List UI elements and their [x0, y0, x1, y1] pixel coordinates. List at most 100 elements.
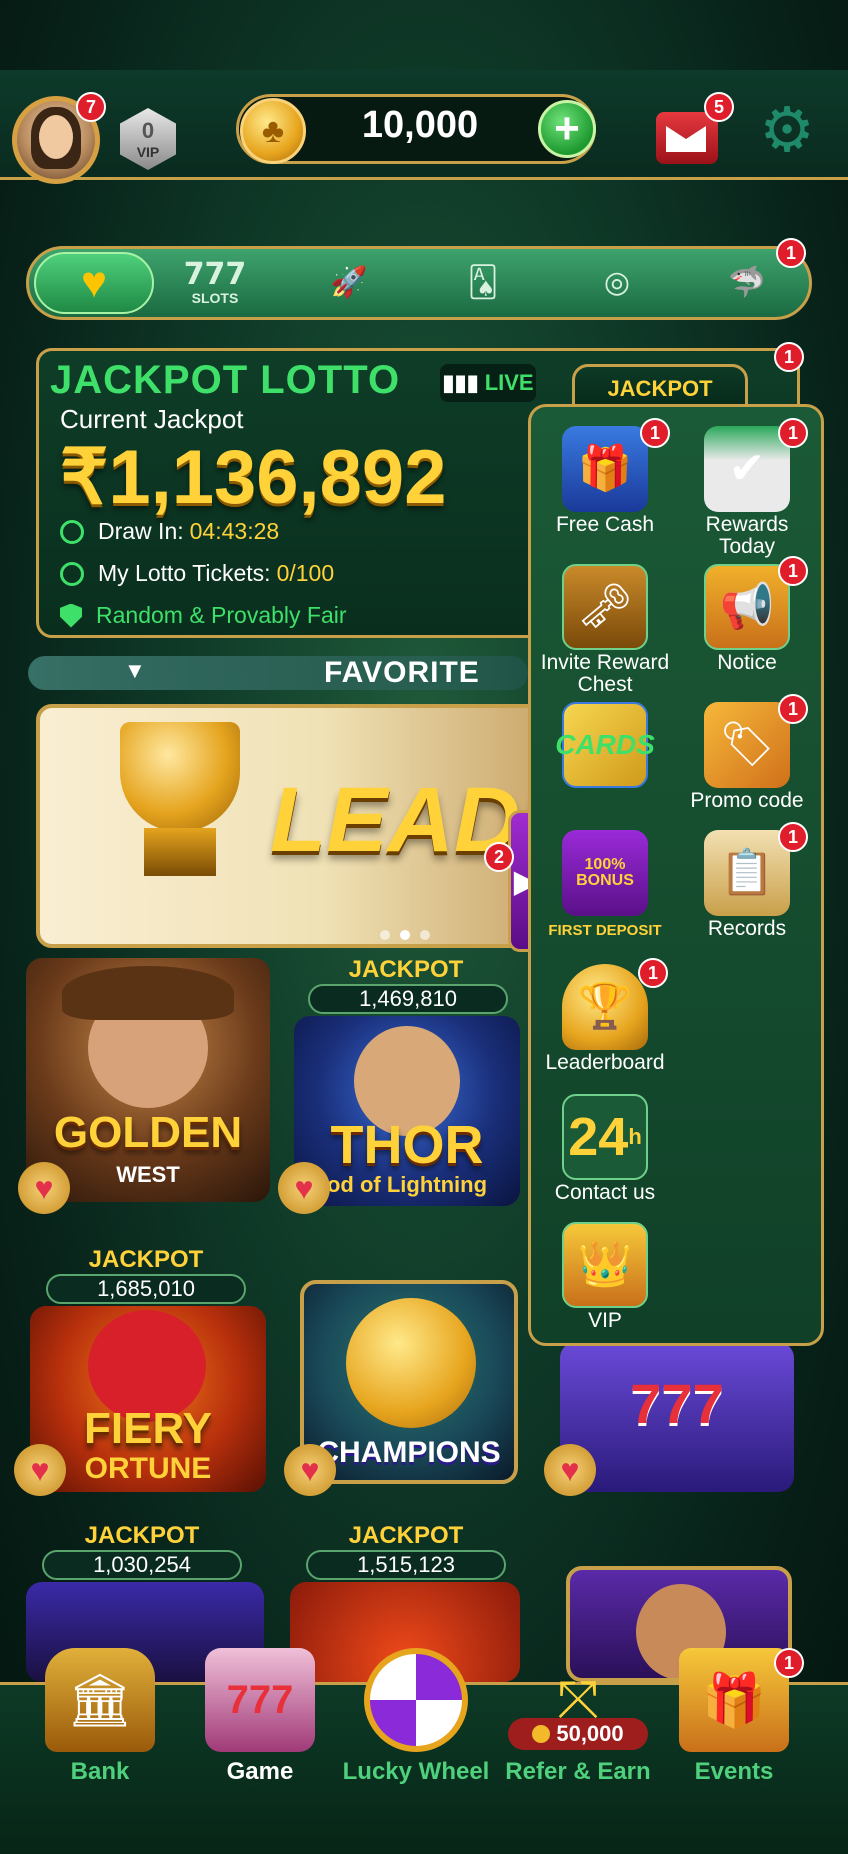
tab-slots-label: SLOTS	[191, 290, 239, 306]
tab-crash[interactable]: 🚀	[304, 254, 394, 312]
favorite-heart-icon[interactable]: ♥	[544, 1444, 596, 1496]
vip-level-number: 0	[141, 118, 155, 143]
crown-icon: 👑	[562, 1222, 648, 1308]
lotto-title: JACKPOT LOTTO	[50, 358, 401, 402]
favorite-heart-icon[interactable]: ♥	[14, 1444, 66, 1496]
trophy-icon: 🏆	[562, 964, 648, 1050]
golden-ball-icon	[346, 1298, 476, 1428]
leader-banner[interactable]: LEADER	[36, 704, 556, 948]
tab-fish[interactable]: 🦈	[702, 254, 792, 312]
lotto-tickets-row: My Lotto Tickets: 0/100	[60, 560, 460, 587]
avatar-face	[39, 115, 73, 159]
jackpot-value: 1,515,123	[306, 1550, 506, 1580]
menu-badge: 1	[778, 694, 808, 724]
avatar-notification-badge: 7	[76, 92, 106, 122]
game-title: THOR	[330, 1115, 484, 1175]
shield-check-icon	[60, 603, 82, 628]
menu-label: Records	[707, 917, 787, 940]
menu-label: Rewards Today	[705, 513, 789, 559]
support-24h-icon: 24 h	[562, 1094, 648, 1180]
banner-dot-active[interactable]	[400, 930, 410, 940]
contact-hours: 24	[568, 1106, 629, 1167]
add-coins-button[interactable]: +	[538, 100, 596, 158]
deposit-bonus: BONUS	[576, 872, 634, 889]
rocket-icon: 🚀	[330, 265, 368, 300]
lotto-card-badge: 1	[774, 342, 804, 372]
deposit-percent: 100%	[584, 856, 626, 873]
tab-slots[interactable]: 777 SLOTS	[170, 254, 260, 312]
coin-icon: ♣	[240, 98, 306, 164]
treasure-chest-icon: 🗝	[562, 564, 648, 650]
live-tag: ▮▮▮ LIVE	[440, 364, 536, 402]
bank-icon: 🏛	[45, 1648, 155, 1752]
game-tile-champions[interactable]: CHAMPIONS	[300, 1280, 518, 1484]
favorite-label: FAVORITE	[324, 656, 480, 689]
jackpot-label: JACKPOT	[88, 1246, 204, 1273]
banner-dot[interactable]	[420, 930, 430, 940]
jackpot-value: 1,030,254	[42, 1550, 242, 1580]
calendar-check-icon: ✔	[704, 426, 790, 512]
tickets-label: My Lotto Tickets:	[98, 560, 271, 586]
tickets-value: 0/100	[276, 560, 335, 586]
events-badge: 1	[774, 1648, 804, 1678]
tab-favorites[interactable]: ♥	[34, 252, 154, 314]
gift-box-icon: 🎁	[679, 1648, 789, 1752]
tab-roulette[interactable]: ◎	[572, 254, 662, 312]
settings-gear-icon[interactable]: ⚙	[756, 100, 818, 162]
favorite-heart-icon[interactable]: ♥	[278, 1162, 330, 1214]
nav-label: Events	[694, 1758, 774, 1785]
menu-contact-us[interactable]: 24 h Contact us	[540, 1094, 670, 1204]
menu-invite-reward-chest[interactable]: 🗝 Invite Reward Chest	[540, 564, 670, 696]
coin-balance: 10,000	[361, 104, 479, 146]
menu-cards[interactable]: CARDS	[540, 702, 670, 790]
coupon-icon: 🏷	[704, 702, 790, 788]
deposit-bonus-icon: 100% BONUS	[562, 830, 648, 916]
jackpot-value: 1,469,810	[308, 984, 508, 1014]
gift-box-icon: 🎁	[562, 426, 648, 512]
mail-notification-badge: 5	[704, 92, 734, 122]
fish-tab-badge: 1	[776, 238, 806, 268]
menu-label: Promo code	[690, 789, 804, 812]
menu-label: Notice	[717, 651, 777, 674]
menu-badge: 1	[640, 418, 670, 448]
favorite-heart-icon[interactable]: ♥	[18, 1162, 70, 1214]
live-label: LIVE	[484, 370, 534, 395]
refer-reward-pill: 50,000	[508, 1718, 648, 1750]
mail-icon[interactable]	[656, 112, 718, 164]
cards-icon: CARDS	[555, 702, 655, 788]
menu-label: Free Cash	[555, 513, 655, 536]
ticket-icon	[60, 561, 84, 586]
lucky-wheel-icon	[364, 1648, 468, 1752]
menu-label: FIRST DEPOSIT	[548, 922, 662, 939]
banner-dot[interactable]	[380, 930, 390, 940]
jackpot-label: JACKPOT	[84, 1522, 200, 1549]
draw-timer-row: Draw In: 04:43:28	[60, 518, 460, 545]
menu-label: VIP	[588, 1309, 622, 1332]
menu-label: Contact us	[554, 1181, 656, 1204]
menu-badge: 1	[778, 822, 808, 852]
live-bars-icon: ▮▮▮	[442, 370, 479, 395]
banner-pagination[interactable]	[380, 930, 430, 940]
collapse-arrow-icon[interactable]: ▼	[124, 658, 146, 684]
trophy-base	[144, 828, 216, 876]
nav-label: Bank	[70, 1758, 130, 1785]
favorite-heart-icon[interactable]: ♥	[284, 1444, 336, 1496]
heart-icon: ♥	[80, 258, 108, 307]
tab-cards[interactable]: 🂡	[438, 254, 528, 312]
nav-lucky-wheel[interactable]: Lucky Wheel	[336, 1648, 496, 1786]
nav-bank[interactable]: 🏛 Bank	[20, 1648, 180, 1786]
menu-badge: 1	[778, 556, 808, 586]
menu-first-deposit[interactable]: 100% BONUS FIRST DEPOSIT	[540, 830, 670, 940]
draw-label: Draw In:	[98, 518, 184, 544]
slot-reels: 777	[630, 1372, 724, 1435]
nav-game[interactable]: 777 Game	[180, 1648, 340, 1786]
nav-refer-earn[interactable]: ⤧ Refer & Earn	[498, 1648, 658, 1786]
clipboard-icon: 📋	[704, 830, 790, 916]
game-tile-golden-west[interactable]: GOLDEN WEST	[26, 958, 270, 1202]
nav-label: Game	[226, 1758, 294, 1785]
jackpot-value: 1,685,010	[46, 1274, 246, 1304]
menu-vip[interactable]: 👑 VIP	[540, 1222, 670, 1332]
menu-badge: 1	[638, 958, 668, 988]
fair-row: Random & Provably Fair	[60, 602, 460, 629]
vip-label: VIP	[136, 144, 160, 160]
